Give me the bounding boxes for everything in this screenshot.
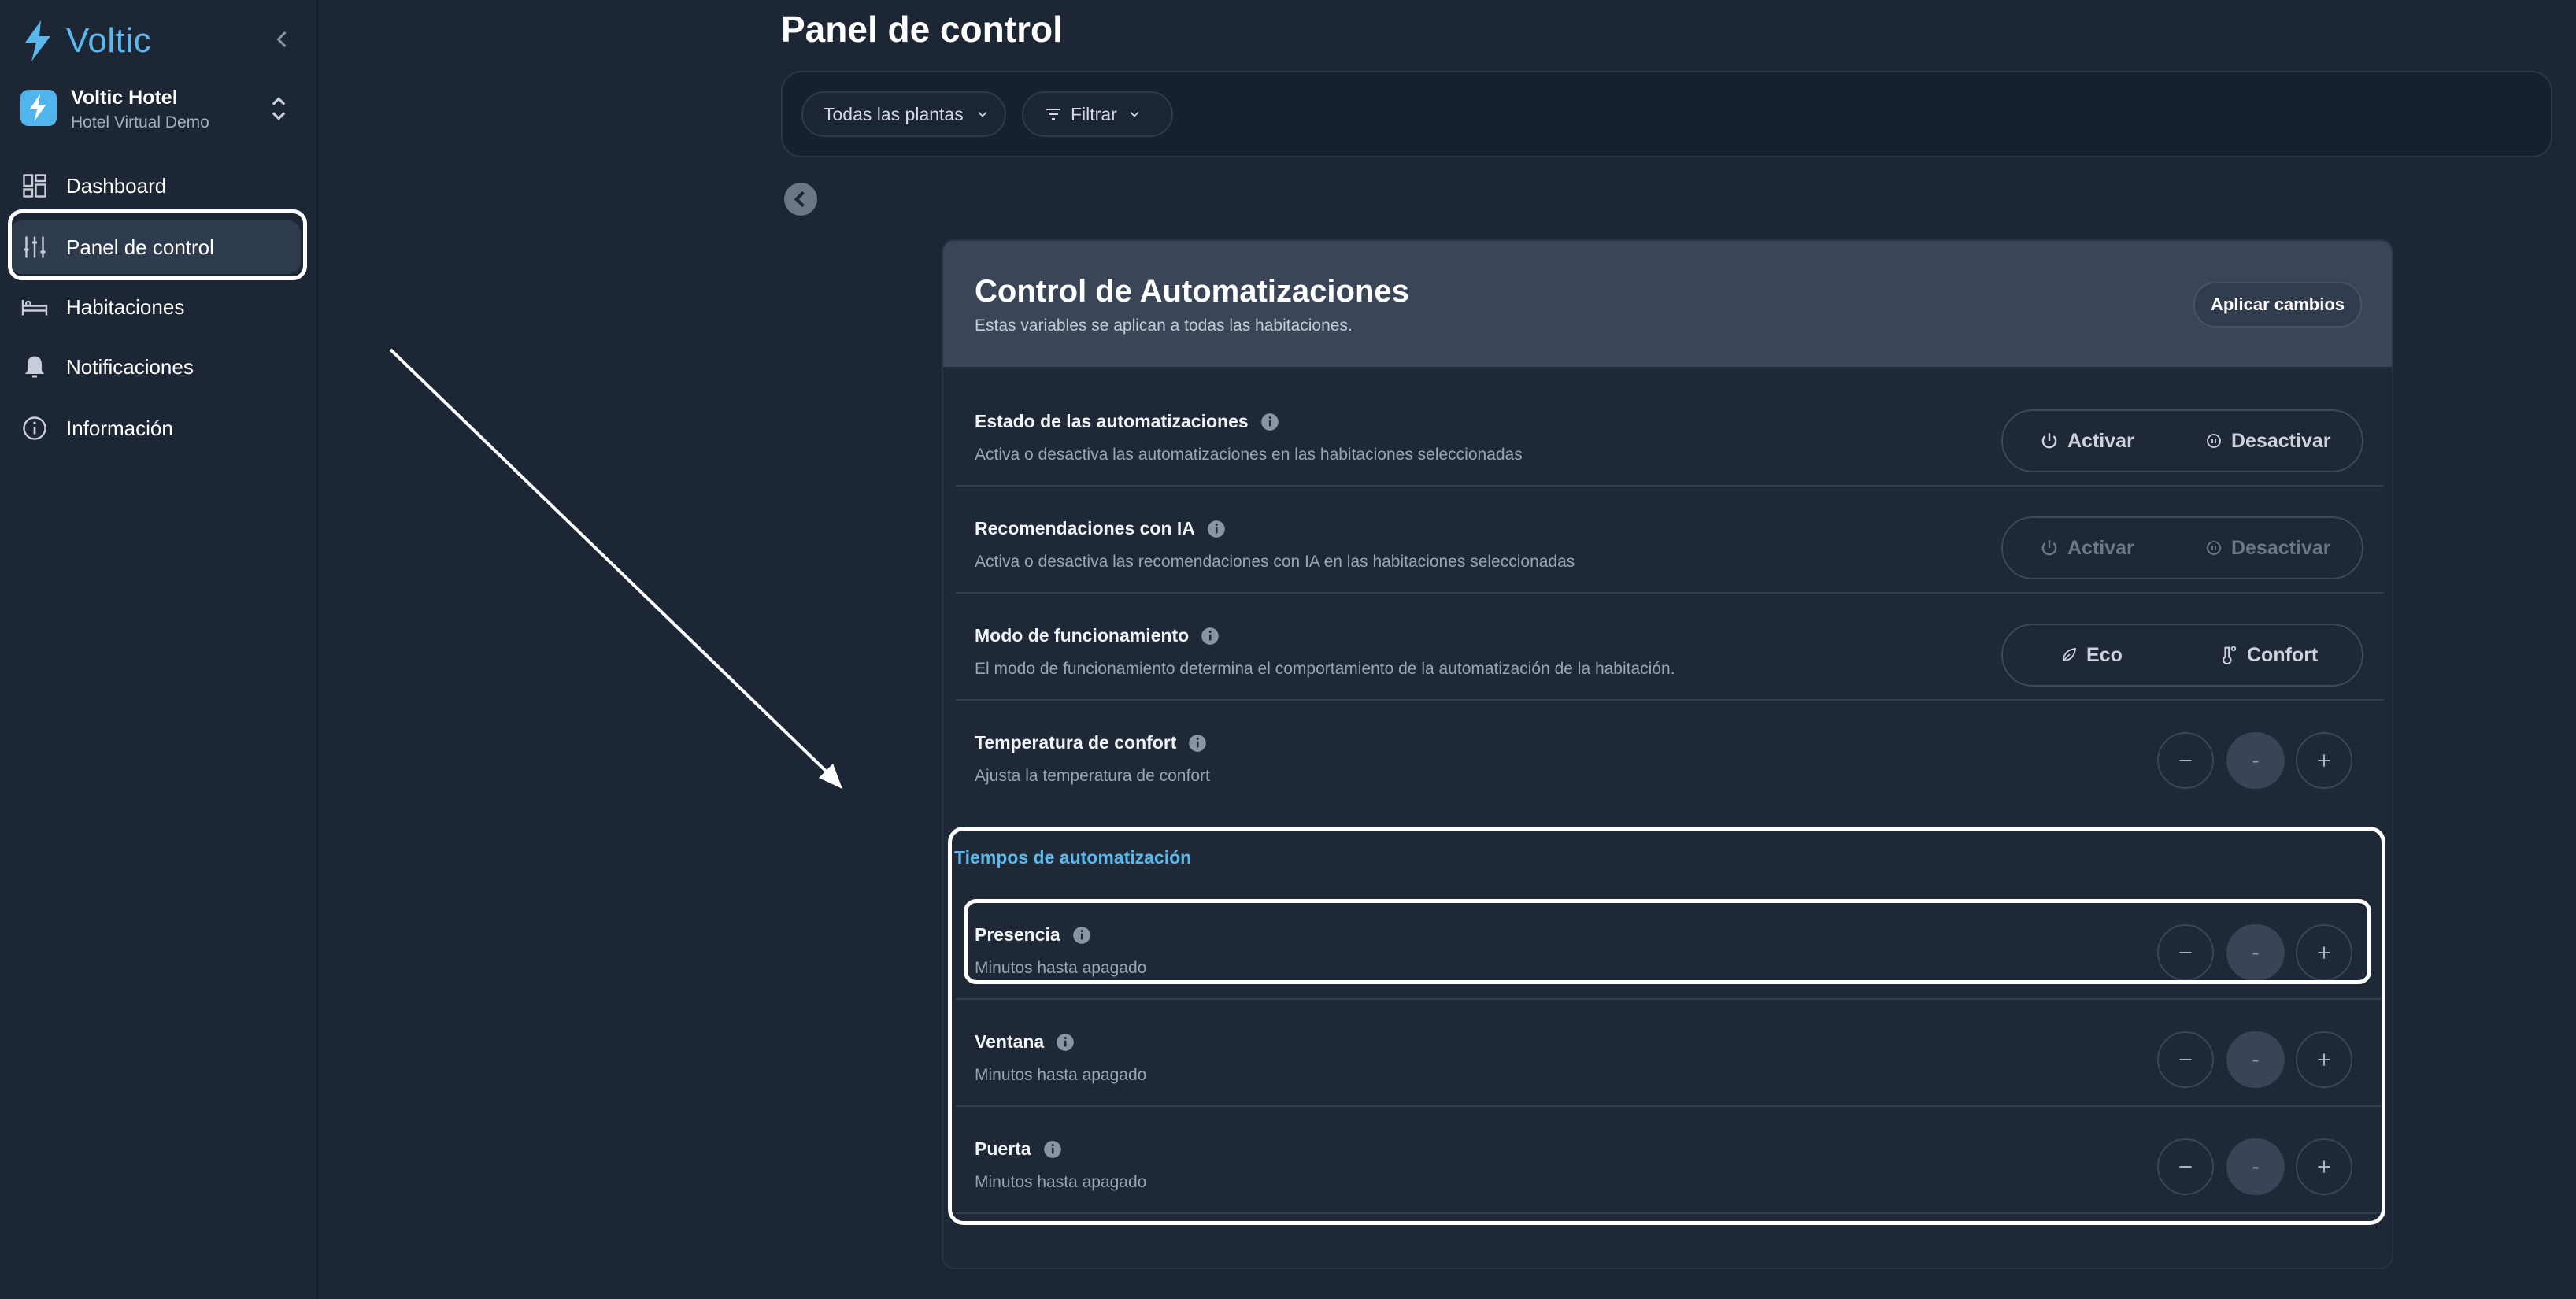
- row-description: El modo de funcionamiento determina el c…: [975, 660, 1675, 678]
- pause-circle-icon: [2207, 434, 2221, 448]
- activate-label: Activar: [2067, 429, 2134, 452]
- row-description: Ajusta la temperatura de confort: [975, 767, 1210, 785]
- back-button[interactable]: [784, 183, 817, 216]
- bolt-logo-icon: [25, 20, 50, 61]
- increment-button[interactable]: [2296, 732, 2352, 789]
- row-title-wrap: Recomendaciones con IA: [975, 518, 1227, 539]
- card-subtitle: Estas variables se aplican a todas las h…: [975, 316, 1353, 335]
- stepper-value[interactable]: -: [2226, 732, 2285, 789]
- highlight-box-section: [948, 827, 2385, 1225]
- info-icon[interactable]: [1206, 519, 1227, 539]
- row-title-wrap: Temperatura de confort: [975, 732, 1208, 753]
- row-title: Estado de las automatizaciones: [975, 411, 1249, 431]
- toggle-activate-deactivate: Activar Desactivar: [2001, 409, 2363, 472]
- chevron-down-icon: [978, 111, 987, 117]
- setting-row-automations-state: Estado de las automatizaciones Activa o …: [956, 379, 2384, 487]
- sidebar-item-notificaciones[interactable]: Notificaciones: [9, 340, 301, 394]
- filter-lines-icon: [1046, 109, 1060, 120]
- row-description: Activa o desactiva las recomendaciones c…: [975, 553, 1575, 571]
- bed-icon: [21, 300, 48, 316]
- toggle-eco-confort: Eco Confort: [2001, 624, 2363, 687]
- hotel-subtitle: Hotel Virtual Demo: [71, 113, 209, 131]
- setting-row-ai-recommendations: Recomendaciones con IA Activa o desactiv…: [956, 487, 2384, 594]
- sidebar-item-dashboard[interactable]: Dashboard: [9, 159, 301, 213]
- card-title: Control de Automatizaciones: [975, 274, 1409, 309]
- row-description: Activa o desactiva las automatizaciones …: [975, 446, 1523, 464]
- activate-option[interactable]: Activar: [2039, 518, 2134, 578]
- temperature-stepper: -: [2157, 732, 2352, 792]
- confort-label: Confort: [2247, 643, 2319, 666]
- collapse-sidebar-icon[interactable]: [268, 25, 296, 54]
- setting-row-operation-mode: Modo de funcionamiento El modo de funcio…: [956, 594, 2384, 701]
- thermometer-icon: [2223, 646, 2237, 665]
- info-icon[interactable]: [1260, 412, 1280, 432]
- confort-option[interactable]: Confort: [2217, 625, 2318, 685]
- bolt-icon: [29, 94, 46, 122]
- row-title-wrap: Estado de las automatizaciones: [975, 411, 1280, 432]
- highlight-box-nav: [8, 209, 307, 280]
- activate-label: Activar: [2067, 536, 2134, 559]
- minus-icon: [2179, 760, 2192, 761]
- setting-row-comfort-temperature: Temperatura de confort Ajusta la tempera…: [956, 701, 2384, 806]
- deactivate-option[interactable]: Desactivar: [2204, 411, 2330, 471]
- floors-dropdown-label: Todas las plantas: [824, 103, 964, 124]
- power-icon: [2041, 433, 2057, 449]
- sidebar-item-label: Información: [66, 416, 173, 440]
- row-title-wrap: Modo de funcionamiento: [975, 625, 1220, 646]
- deactivate-label: Desactivar: [2231, 536, 2331, 559]
- info-icon[interactable]: [1187, 733, 1208, 753]
- info-icon: [23, 416, 46, 440]
- annotation-arrow: [389, 348, 842, 789]
- bell-icon: [25, 356, 44, 378]
- chevron-down-icon: [1130, 111, 1139, 117]
- power-icon: [2041, 540, 2057, 556]
- logo-text: Voltic: [66, 21, 152, 60]
- plus-icon: [2318, 754, 2330, 767]
- logo[interactable]: Voltic: [19, 19, 151, 63]
- floors-dropdown[interactable]: Todas las plantas: [801, 91, 1006, 137]
- info-icon[interactable]: [1200, 626, 1220, 646]
- sidebar-item-habitaciones[interactable]: Habitaciones: [9, 280, 301, 334]
- deactivate-option[interactable]: Desactivar: [2204, 518, 2330, 578]
- deactivate-label: Desactivar: [2231, 429, 2331, 452]
- row-title: Recomendaciones con IA: [975, 518, 1195, 538]
- row-title: Modo de funcionamiento: [975, 625, 1190, 646]
- hotel-avatar: [20, 90, 57, 126]
- hotel-name: Voltic Hotel: [71, 87, 178, 109]
- sidebar-item-informacion[interactable]: Información: [9, 402, 301, 455]
- chevron-updown-icon[interactable]: [268, 94, 290, 123]
- card-header: Control de Automatizaciones Estas variab…: [943, 241, 2392, 367]
- apply-changes-button[interactable]: Aplicar cambios: [2193, 282, 2362, 328]
- highlight-box-presencia: [964, 899, 2371, 984]
- page-title: Panel de control: [781, 9, 1063, 50]
- toggle-activate-deactivate: Activar Desactivar: [2001, 516, 2363, 579]
- filter-bar: Todas las plantas Filtrar: [781, 71, 2552, 157]
- grid-icon: [23, 174, 46, 198]
- decrement-button[interactable]: [2157, 732, 2214, 789]
- activate-option[interactable]: Activar: [2039, 411, 2134, 471]
- sidebar: Voltic Voltic Hotel Hotel Virtual Demo D…: [0, 0, 318, 1299]
- eco-label: Eco: [2086, 643, 2123, 666]
- row-title: Temperatura de confort: [975, 732, 1177, 753]
- sidebar-item-label: Habitaciones: [66, 294, 185, 319]
- sidebar-item-label: Dashboard: [66, 173, 167, 198]
- pause-circle-icon: [2207, 541, 2221, 555]
- hotel-selector[interactable]: Voltic Hotel Hotel Virtual Demo: [20, 85, 304, 137]
- filter-button[interactable]: Filtrar: [1022, 91, 1173, 137]
- filter-button-label: Filtrar: [1071, 103, 1117, 124]
- sidebar-item-label: Notificaciones: [66, 354, 194, 379]
- leaf-icon: [2063, 647, 2077, 661]
- chevron-left-icon: [794, 191, 805, 208]
- eco-option[interactable]: Eco: [2060, 625, 2123, 685]
